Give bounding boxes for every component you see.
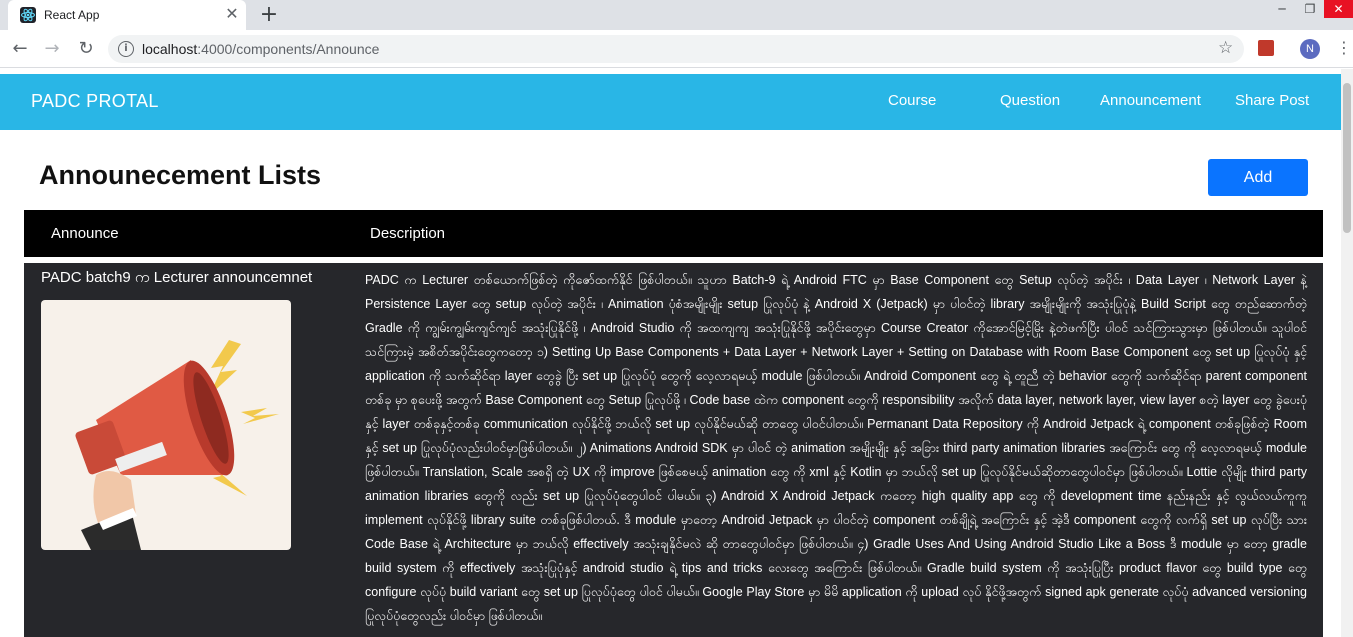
react-logo-icon xyxy=(20,7,36,23)
table-header: Announce Description xyxy=(24,210,1323,257)
announcement-description: PADC က Lecturer တစ်ယောက်ဖြစ်တဲ့ ကိုဇော်ထ… xyxy=(365,273,1307,623)
browser-tab-strip: React App ✕ + ─ ❐ ✕ xyxy=(0,0,1353,30)
reload-icon[interactable]: ↻ xyxy=(74,37,98,61)
announcement-table: Announce Description PADC batch9 က Lectu… xyxy=(24,210,1323,637)
browser-tab[interactable]: React App ✕ xyxy=(8,0,246,30)
window-close-icon[interactable]: ✕ xyxy=(1324,0,1353,18)
extension-icon[interactable] xyxy=(1258,40,1274,56)
scrollbar-thumb[interactable] xyxy=(1343,83,1351,233)
nav-link-share-post[interactable]: Share Post xyxy=(1235,92,1309,109)
back-arrow-icon[interactable]: ← xyxy=(8,37,32,61)
nav-link-course[interactable]: Course xyxy=(888,92,936,109)
nav-link-question[interactable]: Question xyxy=(1000,92,1060,109)
plus-icon[interactable]: + xyxy=(256,2,282,28)
address-bar[interactable]: i localhost:4000/components/Announce ☆ xyxy=(108,35,1244,63)
page-title: Announecement Lists xyxy=(39,160,322,190)
forward-arrow-icon[interactable]: → xyxy=(40,37,64,61)
megaphone-icon xyxy=(41,300,291,550)
column-header-description: Description xyxy=(370,225,446,242)
tab-title: React App xyxy=(44,8,100,22)
avatar[interactable]: N xyxy=(1300,39,1320,59)
announcement-title: PADC batch9 က Lecturer announcemnet xyxy=(41,269,313,286)
nav-link-announcement[interactable]: Announcement xyxy=(1100,92,1201,109)
brand-logo[interactable]: PADC PROTAL xyxy=(31,91,159,112)
page-scrollbar[interactable] xyxy=(1341,69,1353,637)
column-header-announce: Announce xyxy=(51,225,119,242)
info-icon[interactable]: i xyxy=(118,41,134,57)
app-navbar: PADC PROTAL Course Question Announcement… xyxy=(0,74,1341,130)
table-row: PADC batch9 က Lecturer announcemnet PADC… xyxy=(24,263,1323,637)
minimize-icon[interactable]: ─ xyxy=(1268,0,1296,18)
bookmark-star-icon[interactable]: ☆ xyxy=(1218,38,1233,58)
page-viewport: PADC PROTAL Course Question Announcement… xyxy=(0,69,1353,637)
kebab-menu-icon[interactable]: ⋮ xyxy=(1336,38,1352,57)
close-icon[interactable]: ✕ xyxy=(222,4,242,24)
restore-icon[interactable]: ❐ xyxy=(1296,0,1324,18)
browser-toolbar: ← → ↻ i localhost:4000/components/Announ… xyxy=(0,30,1353,68)
url-text[interactable]: localhost:4000/components/Announce xyxy=(142,41,379,57)
add-button[interactable]: Add xyxy=(1208,159,1308,196)
